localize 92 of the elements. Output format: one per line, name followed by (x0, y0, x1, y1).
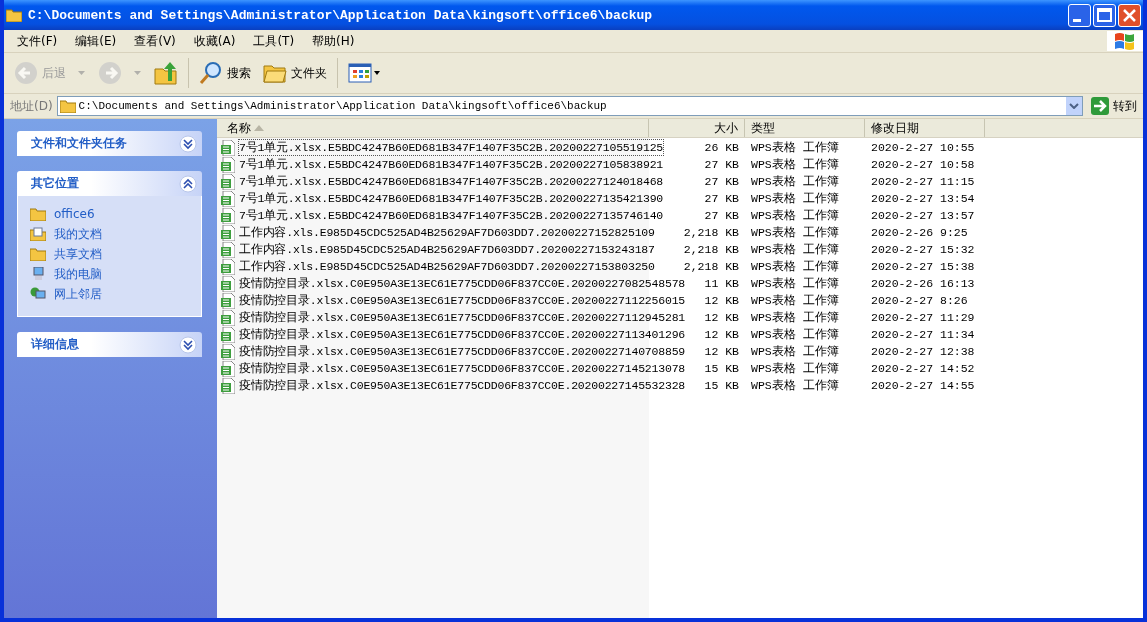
folder-icon (30, 247, 46, 261)
file-name[interactable]: 疫情防控目录.xlsx.C0E950A3E13EC61E775CDD06F837CC0E.20200227112945281 (238, 309, 687, 326)
menu-item[interactable]: 收藏(A) (184, 32, 245, 50)
folder-icon (6, 8, 22, 22)
search-icon (199, 61, 223, 85)
file-name[interactable]: 疫情防控目录.xlsx.C0E950A3E13EC61E775CDD06F837CC0E.20200227145213078 (238, 360, 687, 377)
windows-logo-icon (1107, 31, 1143, 51)
table-cell-text: 2020-2-26 16:13 (870, 277, 976, 290)
column-header[interactable]: 类型 (745, 119, 865, 137)
table-cell-text: 2020-2-27 8:26 (870, 294, 969, 307)
table-cell-text: 2020-2-27 15:38 (870, 260, 976, 273)
place-link[interactable]: 网上邻居 (54, 285, 102, 303)
table-cell-text: 2020-2-26 9:25 (870, 226, 969, 239)
arrow-right-icon (1091, 97, 1109, 115)
panel-header[interactable]: 文件和文件夹任务 (17, 131, 202, 156)
file-name[interactable]: 7号1单元.xlsx.E5BDC4247B60ED681B347F1407F35C2B.20200227124018468 (238, 173, 665, 190)
caret-icon (134, 70, 142, 76)
file-name[interactable]: 疫情防控目录.xlsx.C0E950A3E13EC61E775CDD06F837CC0E.20200227112256015 (238, 292, 687, 309)
folders-button[interactable]: 文件夹 (259, 59, 331, 87)
table-cell-text: 2020-2-27 11:15 (870, 175, 976, 188)
table-cell-text: WPS表格 工作簿 (750, 378, 840, 393)
table-cell-text: 2020-2-27 11:34 (870, 328, 976, 341)
address-label: 地址(D) (10, 97, 53, 115)
folder-icon (30, 207, 46, 221)
dropdown-button[interactable] (1066, 97, 1082, 115)
place-link[interactable]: 我的电脑 (54, 265, 102, 283)
place-link[interactable]: 我的文档 (54, 225, 102, 243)
table-cell-text: WPS表格 工作簿 (750, 157, 840, 172)
table-cell-text: WPS表格 工作簿 (750, 276, 840, 291)
window-title: C:\Documents and Settings\Administrator\Application Data\kingsoft\office6\backup (28, 7, 653, 23)
panel-header[interactable]: 详细信息 (17, 332, 202, 357)
caret-icon (78, 70, 86, 76)
column-header[interactable]: 名称 (217, 119, 649, 137)
table-cell-text: WPS表格 工作簿 (750, 361, 840, 376)
menu-item[interactable]: 工具(T) (244, 32, 304, 50)
minimize-button[interactable] (1068, 3, 1091, 27)
table-cell-text: WPS表格 工作簿 (750, 174, 840, 189)
table-cell-text: 2020-2-27 14:52 (870, 362, 976, 375)
file-name[interactable]: 7号1单元.xlsx.E5BDC4247B60ED681B347F1407F35C2B.20200227105838921 (238, 156, 665, 173)
menu-item[interactable]: 查看(V) (125, 32, 185, 50)
file-name[interactable]: 工作内容.xls.E985D45CDC525AD4B25629AF7D603DD7.20200227152825109 (238, 224, 656, 241)
table-cell-text: WPS表格 工作簿 (750, 225, 840, 240)
menu-item[interactable]: 文件(F) (8, 32, 67, 50)
table-cell-text: 2020-2-27 10:58 (870, 158, 976, 171)
address-field[interactable]: C:\Documents and Settings\Administrator\Application Data\kingsoft\office6\backup (56, 96, 1083, 116)
table-cell-text: WPS表格 工作簿 (750, 310, 840, 325)
table-cell-text: 2020-2-27 12:38 (870, 345, 976, 358)
table-cell-text: 2020-2-27 15:32 (870, 243, 976, 256)
go-button[interactable]: 转到 (1087, 97, 1141, 115)
column-header[interactable]: 修改日期 (865, 119, 985, 137)
views-icon (348, 61, 382, 85)
chevron-icon[interactable] (179, 174, 197, 193)
table-cell-text: WPS表格 工作簿 (750, 140, 840, 155)
folder-icon (59, 99, 76, 113)
menu-item[interactable]: 编辑(E) (66, 32, 126, 50)
file-name[interactable]: 疫情防控目录.xlsx.C0E950A3E13EC61E775CDD06F837CC0E.20200227082548578 (238, 275, 687, 292)
table-cell-text: WPS表格 工作簿 (750, 208, 840, 223)
table-cell-text: 2020-2-27 13:57 (870, 209, 976, 222)
file-name[interactable]: 工作内容.xls.E985D45CDC525AD4B25629AF7D603DD7.20200227153803250 (238, 258, 656, 275)
file-name[interactable]: 疫情防控目录.xlsx.C0E950A3E13EC61E775CDD06F837CC0E.20200227113401296 (238, 326, 687, 343)
file-name[interactable]: 7号1单元.xlsx.E5BDC4247B60ED681B347F1407F35C2B.20200227135421390 (238, 190, 665, 207)
table-cell-text: WPS表格 工作簿 (750, 259, 840, 274)
file-name[interactable]: 7号1单元.xlsx.E5BDC4247B60ED681B347F1407F35C2B.20200227135746140 (238, 207, 665, 224)
table-cell-text: WPS表格 工作簿 (750, 327, 840, 342)
table-cell-text: 2020-2-27 10:55 (870, 141, 976, 154)
file-name[interactable]: 疫情防控目录.xlsx.C0E950A3E13EC61E775CDD06F837CC0E.20200227140708859 (238, 343, 687, 360)
table-cell-text: WPS表格 工作簿 (750, 191, 840, 206)
close-button[interactable] (1118, 3, 1141, 27)
documents-folder-icon (30, 227, 46, 241)
file-name[interactable]: 工作内容.xls.E985D45CDC525AD4B25629AF7D603DD7.20200227153243187 (238, 241, 656, 258)
table-cell-text: 2020-2-27 13:54 (870, 192, 976, 205)
table-cell-text: WPS表格 工作簿 (750, 293, 840, 308)
column-header[interactable]: 大小 (649, 119, 745, 137)
computer-icon (30, 267, 46, 281)
file-name[interactable]: 疫情防控目录.xlsx.C0E950A3E13EC61E775CDD06F837CC0E.20200227145532328 (238, 377, 687, 394)
chevron-icon[interactable] (179, 134, 197, 153)
minimize-icon (1073, 18, 1081, 22)
place-link[interactable]: 共享文档 (54, 245, 102, 263)
search-button[interactable]: 搜索 (195, 59, 255, 87)
menu-item[interactable]: 帮助(H) (303, 32, 364, 50)
table-cell-text: 2020-2-27 11:29 (870, 311, 976, 324)
table-cell-text: WPS表格 工作簿 (750, 242, 840, 257)
chevron-icon[interactable] (179, 335, 197, 354)
network-icon (30, 287, 46, 301)
table-cell-text: WPS表格 工作簿 (750, 344, 840, 359)
place-link[interactable]: office6 (54, 207, 95, 221)
file-name[interactable]: 7号1单元.xlsx.E5BDC4247B60ED681B347F1407F35C2B.20200227105519125 (238, 139, 665, 156)
chevron-down-icon (1069, 103, 1079, 109)
table-cell-text: 2020-2-27 14:55 (870, 379, 976, 392)
folder-up-icon (154, 61, 178, 85)
panel-header[interactable]: 其它位置 (17, 171, 202, 196)
maximize-button[interactable] (1093, 3, 1116, 27)
